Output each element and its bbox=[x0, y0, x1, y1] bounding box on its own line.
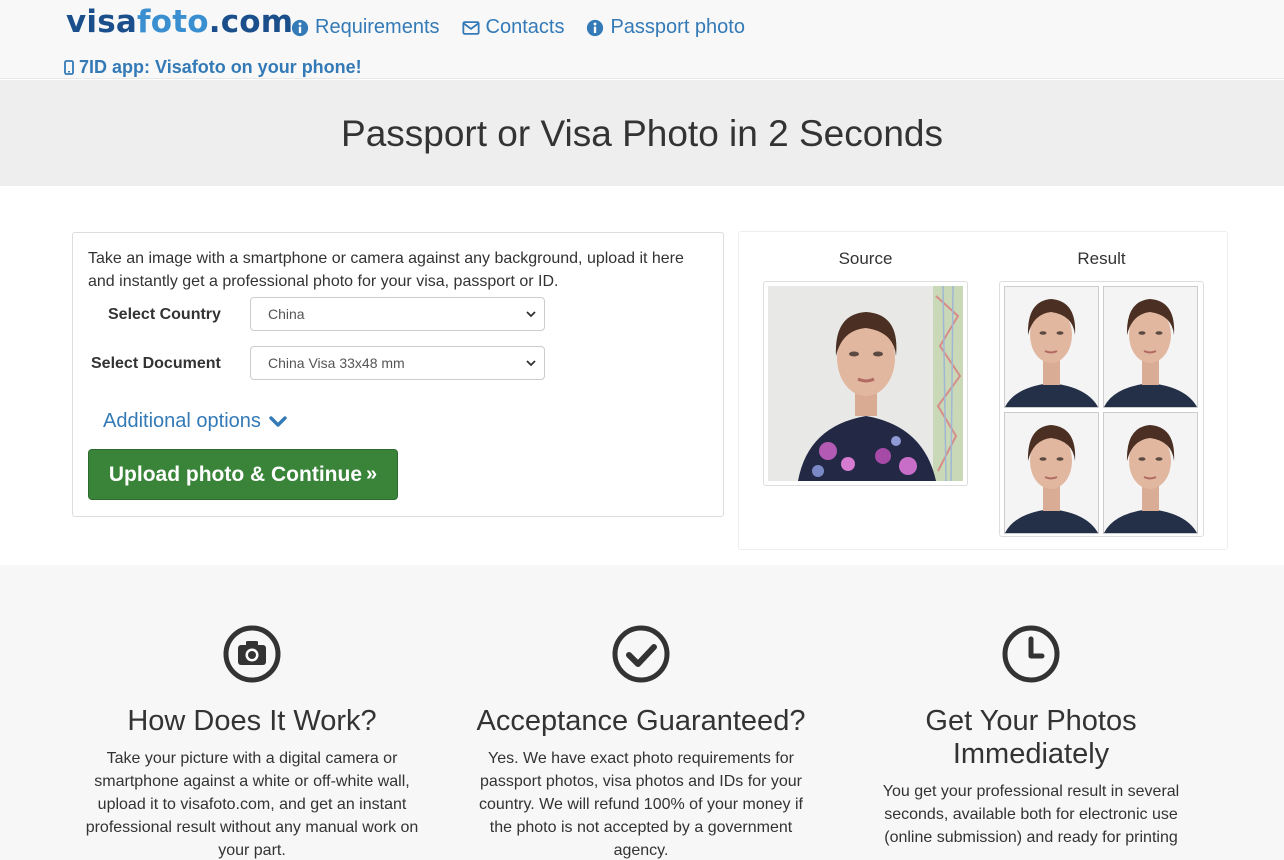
site-logo[interactable]: visafoto.com bbox=[66, 4, 293, 40]
feature-title: How Does It Work? bbox=[127, 705, 377, 737]
result-photo bbox=[1004, 286, 1099, 408]
additional-options-toggle[interactable]: Additional options bbox=[103, 410, 287, 433]
info-circle-icon bbox=[291, 19, 309, 36]
intro-text: Take an image with a smartphone or camer… bbox=[88, 250, 684, 290]
main-nav: Requirements Contacts Passport photo bbox=[291, 16, 745, 39]
app-link-label: 7ID app: Visafoto on your phone! bbox=[79, 57, 362, 77]
source-portrait-image bbox=[768, 285, 963, 482]
document-select[interactable]: China Visa 33x48 mm bbox=[250, 346, 545, 380]
country-label: Select Country bbox=[108, 306, 221, 323]
app-link[interactable]: 7ID app: Visafoto on your phone! bbox=[64, 57, 362, 78]
nav-contacts-label: Contacts bbox=[485, 16, 565, 38]
source-photo bbox=[763, 281, 968, 486]
clock-icon bbox=[1002, 625, 1060, 683]
upload-form-panel: Take an image with a smartphone or camer… bbox=[72, 232, 724, 517]
envelope-icon bbox=[461, 20, 480, 35]
nav-passport-photo[interactable]: Passport photo bbox=[586, 16, 745, 39]
hero-banner: Passport or Visa Photo in 2 Seconds bbox=[0, 80, 1284, 186]
result-label: Result bbox=[1077, 249, 1126, 268]
source-label: Source bbox=[838, 249, 893, 268]
double-chevron-right-icon: » bbox=[366, 463, 378, 485]
nav-requirements[interactable]: Requirements bbox=[291, 16, 440, 39]
camera-icon bbox=[223, 625, 281, 683]
document-select-value: China Visa 33x48 mm bbox=[268, 355, 405, 371]
nav-requirements-label: Requirements bbox=[315, 16, 440, 38]
features-section: How Does It Work? Take your picture with… bbox=[0, 565, 1284, 860]
upload-button-label: Upload photo & Continue bbox=[108, 462, 362, 486]
nav-passport-photo-label: Passport photo bbox=[610, 16, 745, 38]
feature-text: Yes. We have exact photo requirements fo… bbox=[479, 750, 803, 859]
chevron-down-icon bbox=[269, 415, 287, 427]
chevron-down-icon bbox=[526, 311, 536, 318]
additional-options-label: Additional options bbox=[103, 410, 261, 432]
example-panel: Source Result bbox=[738, 231, 1228, 550]
info-circle-icon bbox=[587, 19, 604, 36]
feature-title: Get Your Photos Immediately bbox=[925, 705, 1137, 770]
document-label: Select Document bbox=[91, 355, 221, 372]
check-circle-icon bbox=[612, 625, 670, 683]
result-photo bbox=[1004, 412, 1099, 534]
feature-title: Acceptance Guaranteed? bbox=[476, 705, 806, 737]
country-select-value: China bbox=[268, 306, 305, 322]
feature-text: You get your professional result in seve… bbox=[882, 783, 1180, 846]
result-photos bbox=[999, 281, 1204, 537]
chevron-down-icon bbox=[526, 360, 536, 367]
result-photo bbox=[1103, 286, 1198, 408]
country-select[interactable]: China bbox=[250, 297, 545, 331]
page-title: Passport or Visa Photo in 2 Seconds bbox=[341, 113, 943, 154]
site-header: visafoto.com Requirements Contacts Passp… bbox=[0, 0, 1284, 79]
mobile-phone-icon bbox=[64, 60, 74, 75]
nav-contacts[interactable]: Contacts bbox=[461, 16, 565, 39]
feature-text: Take your picture with a digital camera … bbox=[85, 750, 419, 859]
result-photo bbox=[1103, 412, 1198, 534]
upload-continue-button[interactable]: Upload photo & Continue » bbox=[88, 449, 398, 500]
